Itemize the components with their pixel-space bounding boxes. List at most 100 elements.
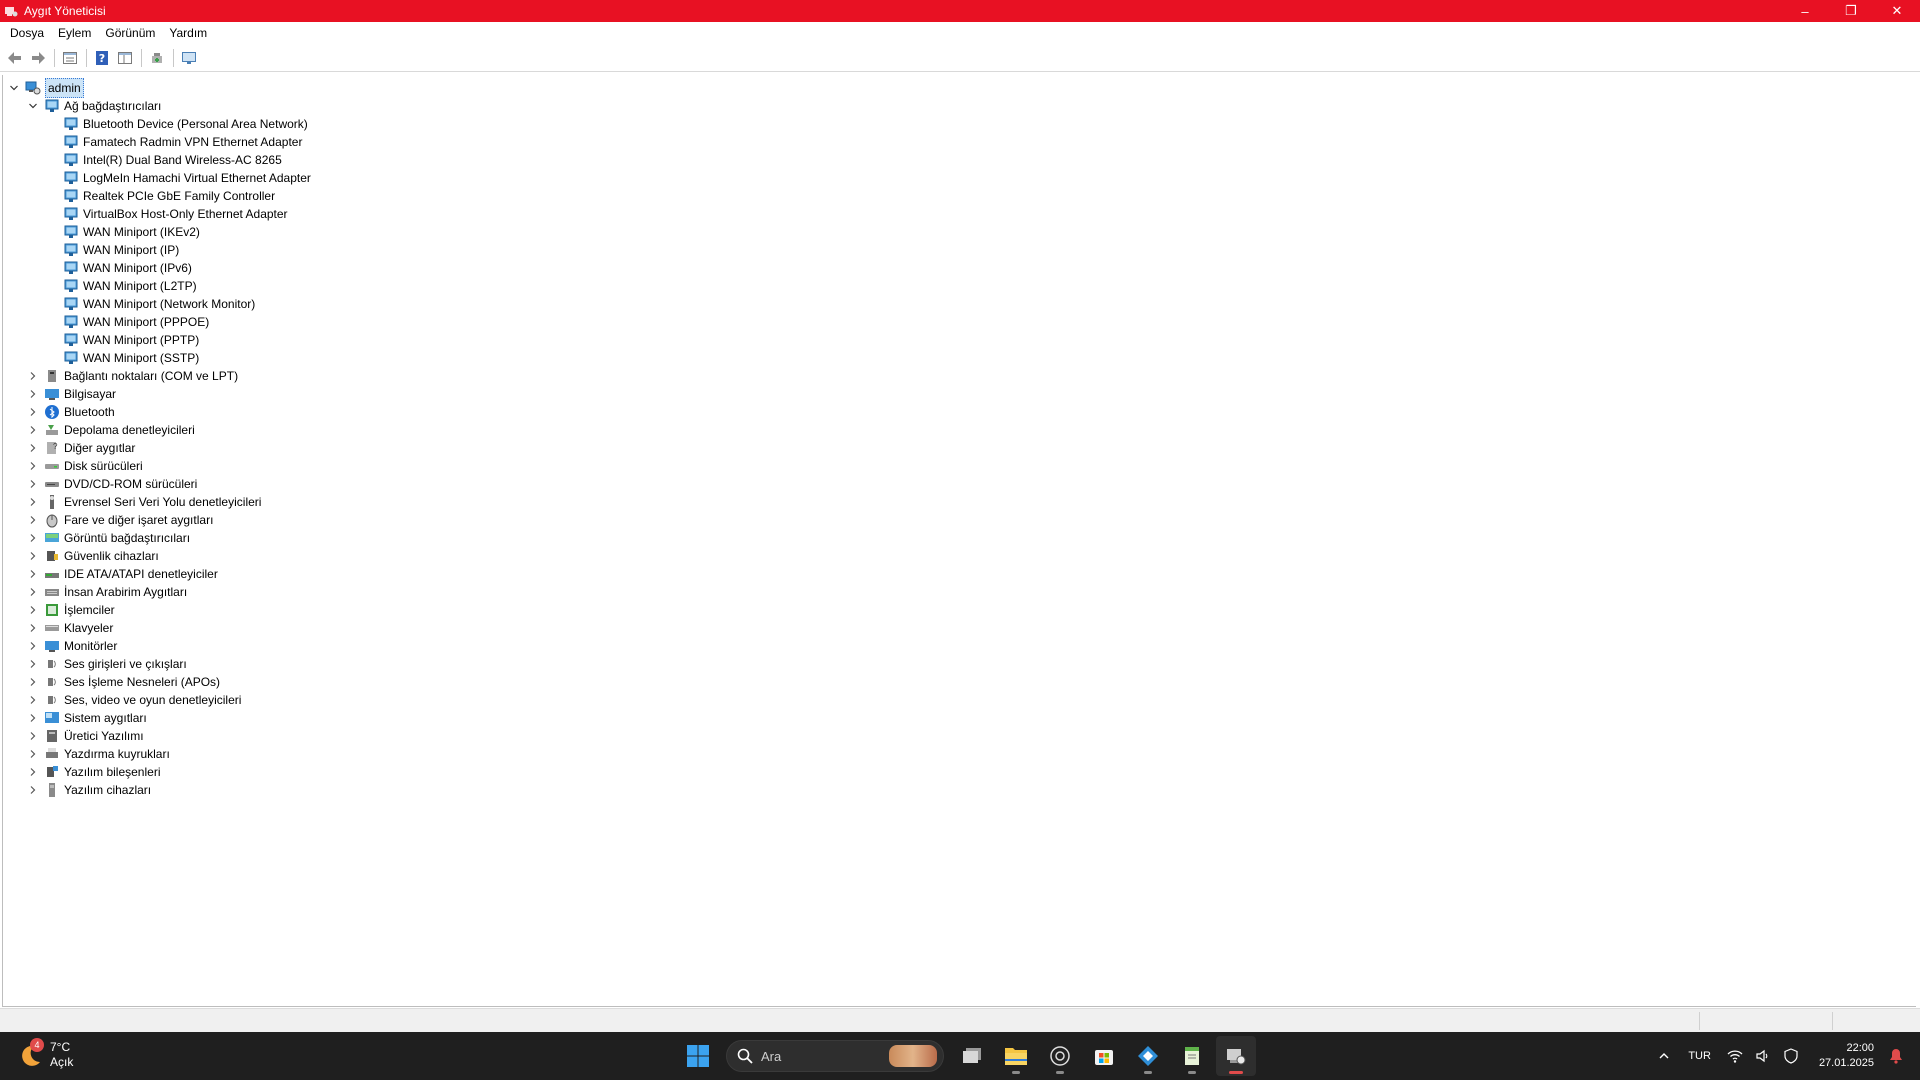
notepad-icon[interactable] [1172,1036,1212,1076]
close-button[interactable]: ✕ [1874,0,1920,22]
app-icon[interactable] [1128,1036,1168,1076]
chevron-right-icon[interactable] [26,441,40,455]
monitor-icon[interactable] [178,47,200,69]
tree-category[interactable]: Yazılım cihazları [26,781,151,799]
tree-category[interactable]: Bilgisayar [26,385,116,403]
tree-category[interactable]: Ses girişleri ve çıkışları [26,655,187,673]
tree-device-network-adapter[interactable]: WAN Miniport (PPPOE) [45,313,209,331]
chevron-right-icon[interactable] [26,477,40,491]
file-explorer-icon[interactable] [996,1036,1036,1076]
tree-device-network-adapter[interactable]: Bluetooth Device (Personal Area Network) [45,115,308,133]
tree-device-network-adapter[interactable]: Famatech Radmin VPN Ethernet Adapter [45,133,302,151]
task-view-icon[interactable] [952,1036,992,1076]
menu-dosya[interactable]: Dosya [3,22,51,44]
tree-category[interactable]: IDE ATA/ATAPI denetleyiciler [26,565,218,583]
menu-bar: Dosya Eylem Görünüm Yardım [0,22,1920,44]
language-indicator[interactable]: TUR [1688,1050,1711,1062]
tree-device-network-adapter[interactable]: Intel(R) Dual Band Wireless-AC 8265 [45,151,282,169]
tree-category[interactable]: Sistem aygıtları [26,709,147,727]
volume-icon[interactable] [1751,1044,1775,1068]
chevron-right-icon[interactable] [26,657,40,671]
tree-category-network-adapters[interactable]: Ağ bağdaştırıcıları [26,97,161,115]
tree-category[interactable]: Üretici Yazılımı [26,727,144,745]
tree-device-network-adapter[interactable]: LogMeIn Hamachi Virtual Ethernet Adapter [45,169,311,187]
tree-device-network-adapter[interactable]: WAN Miniport (PPTP) [45,331,199,349]
view-icon[interactable] [114,47,136,69]
device-manager-icon[interactable] [1216,1036,1256,1076]
chevron-right-icon[interactable] [26,729,40,743]
tree-device-network-adapter[interactable]: WAN Miniport (SSTP) [45,349,199,367]
tree-category[interactable]: Bluetooth [26,403,115,421]
notification-bell-icon[interactable] [1884,1044,1908,1068]
search-highlight-image [889,1045,937,1067]
chevron-right-icon[interactable] [26,639,40,653]
obs-icon[interactable] [1040,1036,1080,1076]
chevron-right-icon[interactable] [26,423,40,437]
tree-category[interactable]: Klavyeler [26,619,113,637]
back-icon[interactable] [4,47,26,69]
chevron-up-icon[interactable] [1652,1044,1676,1068]
clock[interactable]: 22:00 27.01.2025 [1819,1041,1874,1071]
chevron-right-icon[interactable] [26,711,40,725]
chevron-right-icon[interactable] [26,783,40,797]
chevron-right-icon[interactable] [26,621,40,635]
tree-device-network-adapter[interactable]: VirtualBox Host-Only Ethernet Adapter [45,205,288,223]
minimize-button[interactable]: – [1782,0,1828,22]
tree-category[interactable]: Görüntü bağdaştırıcıları [26,529,190,547]
chevron-right-icon[interactable] [26,693,40,707]
tree-device-network-adapter[interactable]: WAN Miniport (IP) [45,241,179,259]
tree-category[interactable]: Evrensel Seri Veri Yolu denetleyicileri [26,493,261,511]
help-icon[interactable]: ? [91,47,113,69]
weather-widget[interactable]: 4 7°C Açık [18,1038,73,1070]
chevron-right-icon[interactable] [26,747,40,761]
tree-category[interactable]: Fare ve diğer işaret aygıtları [26,511,213,529]
chevron-right-icon[interactable] [26,459,40,473]
chevron-down-icon[interactable] [7,81,21,95]
chevron-right-icon[interactable] [26,567,40,581]
chevron-right-icon[interactable] [26,531,40,545]
taskbar-search[interactable]: Ara [726,1040,944,1072]
tree-category[interactable]: Ses İşleme Nesneleri (APOs) [26,673,220,691]
tree-category[interactable]: Güvenlik cihazları [26,547,159,565]
tree-device-network-adapter[interactable]: WAN Miniport (IPv6) [45,259,192,277]
start-button[interactable] [678,1036,718,1076]
chevron-right-icon[interactable] [26,387,40,401]
chevron-right-icon[interactable] [26,405,40,419]
update-driver-icon[interactable] [146,47,168,69]
tree-category[interactable]: DVD/CD-ROM sürücüleri [26,475,197,493]
tree-device-network-adapter[interactable]: Realtek PCIe GbE Family Controller [45,187,275,205]
menu-yardim[interactable]: Yardım [162,22,214,44]
chevron-right-icon[interactable] [26,603,40,617]
tree-category[interactable]: Monitörler [26,637,117,655]
chevron-right-icon[interactable] [26,513,40,527]
chevron-right-icon[interactable] [26,549,40,563]
wifi-icon[interactable] [1723,1044,1747,1068]
tree-root-admin[interactable]: admin [7,78,84,98]
security-shield-icon[interactable] [1779,1044,1803,1068]
properties-icon[interactable] [59,47,81,69]
maximize-button[interactable]: ❐ [1828,0,1874,22]
chevron-down-icon[interactable] [26,99,40,113]
tree-category[interactable]: Disk sürücüleri [26,457,143,475]
chevron-right-icon[interactable] [26,495,40,509]
tree-category[interactable]: İnsan Arabirim Aygıtları [26,583,187,601]
tree-category[interactable]: Yazılım bileşenleri [26,763,160,781]
chevron-right-icon[interactable] [26,585,40,599]
forward-icon[interactable] [27,47,49,69]
chevron-right-icon[interactable] [26,369,40,383]
store-icon[interactable] [1084,1036,1124,1076]
tree-category[interactable]: ? Diğer aygıtlar [26,439,135,457]
tree-device-network-adapter[interactable]: WAN Miniport (Network Monitor) [45,295,255,313]
tree-device-network-adapter[interactable]: WAN Miniport (L2TP) [45,277,197,295]
network-adapter-icon [63,134,79,150]
tree-category[interactable]: Depolama denetleyicileri [26,421,195,439]
tree-category[interactable]: Ses, video ve oyun denetleyicileri [26,691,241,709]
menu-gorunum[interactable]: Görünüm [98,22,162,44]
menu-eylem[interactable]: Eylem [51,22,98,44]
chevron-right-icon[interactable] [26,675,40,689]
tree-category[interactable]: Bağlantı noktaları (COM ve LPT) [26,367,238,385]
tree-category[interactable]: Yazdırma kuyrukları [26,745,170,763]
chevron-right-icon[interactable] [26,765,40,779]
tree-device-network-adapter[interactable]: WAN Miniport (IKEv2) [45,223,200,241]
tree-category[interactable]: İşlemciler [26,601,115,619]
